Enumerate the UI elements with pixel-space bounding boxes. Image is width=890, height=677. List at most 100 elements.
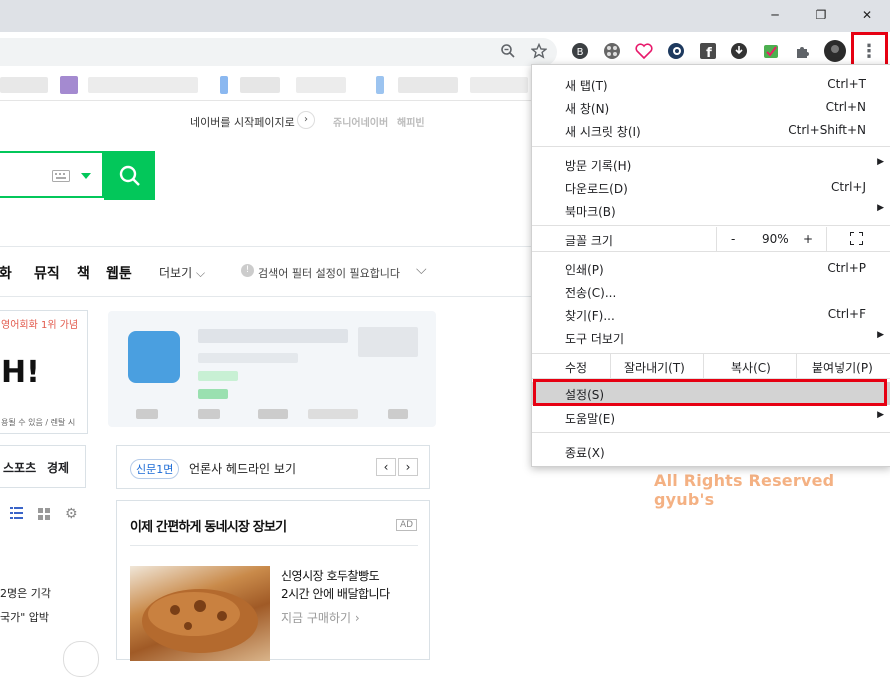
more-link[interactable]: 더보기 ⌵ [159,264,205,281]
shop-title[interactable]: 이제 간편하게 동네시장 장보기 [130,516,287,535]
menu-zoom-row: 글꼴 크기 - 90% + [532,227,890,251]
fullscreen-icon[interactable] [849,231,864,248]
extension-edge-icon[interactable] [665,40,687,62]
zoom-icon[interactable] [497,40,519,62]
ad-left-top: 영어회화 1위 가념 [1,320,79,331]
zoom-level: 90% [762,232,789,246]
menu-find[interactable]: 찾기(F)... Ctrl+F [532,303,890,326]
grid-view-icon[interactable] [38,508,50,523]
list-view-icon[interactable] [10,507,23,522]
happybean-link[interactable]: 해피빈 [397,114,425,129]
left-ad-box[interactable]: 영어회화 1위 가념 H! 용될 수 있음 / 렌탈 시 [0,310,88,434]
heart-icon[interactable] [633,40,655,62]
zoom-out-button[interactable]: - [731,232,735,246]
settings-gear-icon[interactable]: ⚙ [65,506,78,522]
news-text-1[interactable]: 2명은 기각 [0,585,51,601]
product-image[interactable] [130,566,270,661]
info-icon: ! [241,264,254,277]
download-icon[interactable] [728,40,750,62]
close-window-button[interactable]: ✕ [844,0,890,30]
paste-button[interactable]: 붙여넣기(P) [812,359,873,376]
junior-naver-link[interactable]: 쥬니어네이버 [333,114,388,129]
bookmark-star-icon[interactable] [528,40,550,62]
news-tabs: 스포츠 경제 [0,445,86,488]
product-name-1[interactable]: 신영시장 호두찰빵도 [281,567,380,584]
scroll-circle-button[interactable] [63,641,99,677]
menu-separator [532,146,890,147]
tab-economy[interactable]: 경제 [47,459,69,476]
prev-arrow-icon[interactable]: ‹ [376,458,396,476]
product-cta[interactable]: 지금 구매하기 › [281,609,360,626]
menu-downloads[interactable]: 다운로드(D) Ctrl+J [532,176,890,199]
nav-book[interactable]: 책 [77,263,90,283]
ad-badge: AD [396,519,418,531]
shortcut: Ctrl+J [831,180,866,194]
tab-sports[interactable]: 스포츠 [3,459,36,476]
nav-music[interactable]: 뮤직 [34,263,60,283]
search-button[interactable] [104,151,155,200]
menu-separator [532,432,890,433]
facebook-icon[interactable]: f [697,40,719,62]
restore-button[interactable]: ❐ [798,0,844,30]
menu-cast-label: 전송(C)... [565,286,617,300]
menu-history-label: 방문 기록(H) [565,159,632,173]
menu-separator [532,251,890,252]
extension-check-icon[interactable] [760,40,782,62]
menu-bookmarks[interactable]: 북마크(B) ▶ [532,199,890,222]
menu-print[interactable]: 인쇄(P) Ctrl+P [532,257,890,280]
zoom-in-button[interactable]: + [803,232,813,246]
nav-movie[interactable]: 영화 [0,263,12,283]
address-bar[interactable] [0,38,557,66]
chevron-right-icon[interactable]: › [297,111,315,129]
edit-divider [703,354,704,378]
menu-new-window-label: 새 창(N) [565,102,610,116]
divider [130,545,418,546]
menu-history[interactable]: 방문 기록(H) ▶ [532,153,890,176]
menu-new-window[interactable]: 새 창(N) Ctrl+N [532,96,890,119]
menu-exit-label: 종료(X) [565,446,605,460]
ad-left-small: 용될 수 있음 / 렌탈 시 [1,418,76,427]
menu-incognito-label: 새 시크릿 창(I) [565,125,641,139]
filter-chevron-icon[interactable]: ⌵ [416,262,427,278]
menu-help[interactable]: 도움말(E) ▶ [532,406,890,429]
extension-b-icon[interactable]: B [569,40,591,62]
menu-edit-row: 수정 잘라내기(T) 복사(C) 붙여넣기(P) [532,354,890,378]
product-cta-label: 지금 구매하기 [281,611,352,625]
product-name-2[interactable]: 2시간 안에 배달합니다 [281,585,390,602]
extensions-puzzle-icon[interactable] [792,40,814,62]
headline-link[interactable]: 언론사 헤드라인 보기 [189,460,296,477]
svg-text:B: B [577,47,584,58]
menu-exit[interactable]: 종료(X) [532,440,890,463]
blurred-widget [108,311,436,427]
menu-incognito[interactable]: 새 시크릿 창(I) Ctrl+Shift+N [532,119,890,142]
news-badge: 신문1면 [130,459,180,479]
chevron-down-icon: ⌵ [195,266,206,280]
profile-avatar[interactable] [824,40,846,62]
menu-help-label: 도움말(E) [565,412,616,426]
cut-button[interactable]: 잘라내기(T) [624,359,685,376]
menu-more-tools-label: 도구 더보기 [565,332,625,346]
menu-more-tools[interactable]: 도구 더보기 ▶ [532,326,890,349]
shopping-ad: 이제 간편하게 동네시장 장보기 AD 신영시장 호두찰빵도 2시간 안에 배달… [116,500,430,661]
copy-button[interactable]: 복사(C) [731,359,771,376]
shortcut: Ctrl+Shift+N [788,123,866,137]
extension-film-icon[interactable] [601,40,623,62]
search-input[interactable] [0,151,104,198]
menu-new-tab[interactable]: 새 탭(T) Ctrl+T [532,73,890,96]
nav-webtoon[interactable]: 웹툰 [106,263,132,283]
shortcut: Ctrl+F [827,307,866,321]
menu-edit-label: 수정 [565,361,588,375]
menu-cast[interactable]: 전송(C)... [532,280,890,303]
shortcut: Ctrl+T [827,77,866,91]
news-text-2[interactable]: 국가" 압박 [0,609,49,625]
headline-bar: 신문1면 언론사 헤드라인 보기 ‹ › [116,445,430,489]
settings-highlight [533,379,887,406]
minimize-button[interactable]: ─ [752,0,798,30]
next-arrow-icon[interactable]: › [398,458,418,476]
more-label: 더보기 [159,266,193,280]
set-startpage-link[interactable]: 네이버를 시작페이지로 [190,114,295,130]
zoom-divider [826,227,827,251]
zoom-divider [716,227,717,251]
ad-left-big: H! [1,355,40,390]
filter-notice[interactable]: 검색어 필터 설정이 필요합니다 [258,265,400,281]
